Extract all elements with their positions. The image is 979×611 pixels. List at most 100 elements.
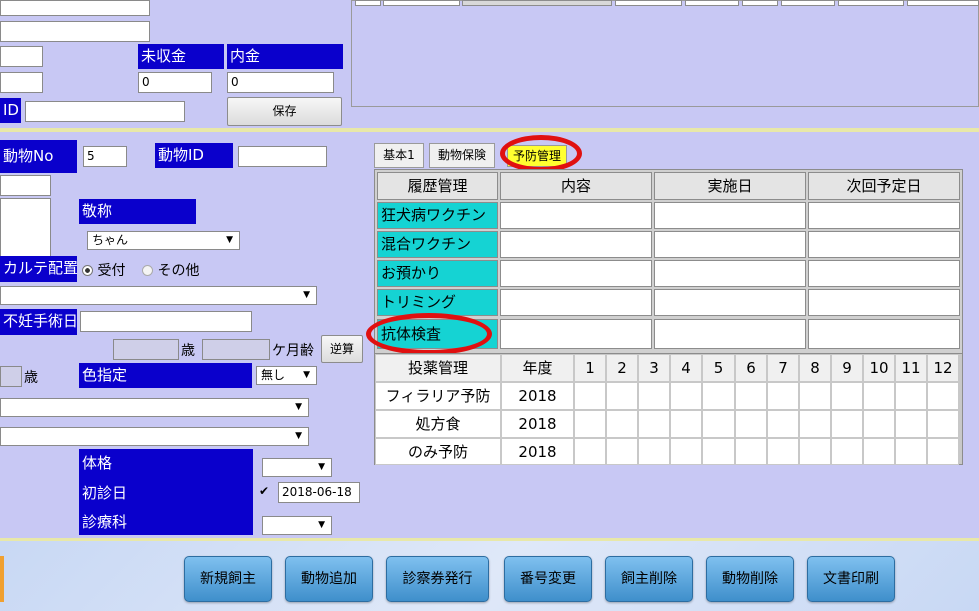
history-cell[interactable] [654, 231, 806, 258]
history-cell[interactable] [500, 231, 652, 258]
history-cell[interactable] [808, 202, 960, 229]
history-cell[interactable] [808, 231, 960, 258]
highlight-ring-antibody [366, 313, 492, 355]
month-cell[interactable] [767, 382, 799, 410]
month-cell[interactable] [799, 438, 831, 465]
department-select[interactable]: ▼ [262, 516, 332, 535]
month-cell[interactable] [574, 410, 606, 438]
history-cell[interactable] [654, 289, 806, 316]
unpaid-input[interactable]: 0 [138, 72, 212, 93]
month-cell[interactable] [927, 382, 959, 410]
medication-row-diet-year: 2018 [501, 410, 574, 438]
animal-notes-field[interactable] [0, 198, 51, 260]
month-cell[interactable] [638, 410, 670, 438]
select-field-a[interactable]: ▼ [0, 398, 309, 417]
history-cell[interactable] [500, 202, 652, 229]
month-cell[interactable] [895, 410, 927, 438]
month-cell[interactable] [863, 410, 895, 438]
month-cell[interactable] [702, 438, 735, 465]
month-cell[interactable] [767, 410, 799, 438]
history-cell[interactable] [654, 319, 806, 349]
sterilization-date-input[interactable] [80, 311, 252, 332]
month-cell[interactable] [831, 382, 863, 410]
month-cell[interactable] [606, 410, 638, 438]
honorific-select[interactable]: ちゃん ▼ [87, 231, 240, 250]
reverse-calc-button[interactable]: 逆算 [321, 335, 363, 363]
build-select[interactable]: ▼ [262, 458, 332, 477]
month-cell[interactable] [895, 438, 927, 465]
history-header-next-date: 次回予定日 [808, 172, 960, 200]
month-cell[interactable] [735, 382, 767, 410]
chevron-down-icon: ▼ [295, 402, 302, 412]
month-cell[interactable] [638, 382, 670, 410]
radio-reception[interactable]: 受付 [82, 260, 125, 280]
owner-field-4[interactable] [0, 72, 43, 93]
select-field-b[interactable]: ▼ [0, 427, 309, 446]
animal-name-field[interactable] [0, 175, 51, 196]
history-cell[interactable] [500, 289, 652, 316]
month-cell[interactable] [606, 382, 638, 410]
month-cell[interactable] [574, 382, 606, 410]
new-owner-button[interactable]: 新規飼主 [184, 556, 272, 602]
delete-animal-button[interactable]: 動物削除 [706, 556, 794, 602]
month-cell[interactable] [702, 382, 735, 410]
month-cell[interactable] [863, 438, 895, 465]
deposit-input[interactable]: 0 [227, 72, 334, 93]
owner-field-3[interactable] [0, 46, 43, 67]
history-cell[interactable] [808, 260, 960, 287]
medication-header: 投薬管理 [375, 354, 501, 382]
save-button[interactable]: 保存 [227, 97, 342, 126]
month-cell[interactable] [670, 438, 702, 465]
chevron-down-icon: ▼ [295, 431, 302, 441]
history-header-type: 履歴管理 [377, 172, 498, 200]
honorific-value: ちゃん [92, 233, 129, 247]
month-cell[interactable] [831, 438, 863, 465]
add-animal-button[interactable]: 動物追加 [285, 556, 373, 602]
print-document-button[interactable]: 文書印刷 [807, 556, 895, 602]
month-cell[interactable] [927, 410, 959, 438]
history-cell[interactable] [654, 202, 806, 229]
month-cell[interactable] [799, 382, 831, 410]
month-cell[interactable] [574, 438, 606, 465]
month-cell[interactable] [767, 438, 799, 465]
month-cell[interactable] [863, 382, 895, 410]
history-cell[interactable] [500, 319, 652, 349]
month-cell[interactable] [606, 438, 638, 465]
breed-select[interactable]: ▼ [0, 286, 317, 305]
month-cell[interactable] [735, 438, 767, 465]
owner-field-1[interactable] [0, 0, 150, 16]
age-left-input[interactable] [0, 366, 22, 387]
history-cell[interactable] [808, 289, 960, 316]
radio-other[interactable]: その他 [142, 260, 199, 280]
tab-animal-insurance[interactable]: 動物保険 [429, 143, 495, 168]
age-years-input[interactable] [113, 339, 179, 360]
id-input[interactable] [25, 101, 185, 122]
history-cell[interactable] [654, 260, 806, 287]
first-visit-checkbox[interactable]: ✔ [258, 485, 270, 497]
month-cell[interactable] [831, 410, 863, 438]
owner-field-2[interactable] [0, 21, 150, 42]
color-label: 色指定 [79, 363, 252, 388]
month-cell[interactable] [799, 410, 831, 438]
month-cell[interactable] [895, 382, 927, 410]
age-months-unit: ケ月齢 [272, 343, 314, 359]
month-cell[interactable] [670, 382, 702, 410]
month-cell[interactable] [927, 438, 959, 465]
month-header: 3 [638, 354, 670, 382]
first-visit-input[interactable]: 2018-06-18 [278, 482, 360, 503]
month-cell[interactable] [670, 410, 702, 438]
change-number-button[interactable]: 番号変更 [504, 556, 592, 602]
age-months-input[interactable] [202, 339, 270, 360]
color-select[interactable]: 無し ▼ [256, 366, 317, 385]
month-cell[interactable] [702, 410, 735, 438]
animal-id-input[interactable] [238, 146, 327, 167]
history-cell[interactable] [500, 260, 652, 287]
delete-owner-button[interactable]: 飼主削除 [605, 556, 693, 602]
history-cell[interactable] [808, 319, 960, 349]
animal-no-input[interactable]: 5 [83, 146, 127, 167]
tab-basic1[interactable]: 基本1 [374, 143, 424, 168]
month-cell[interactable] [638, 438, 670, 465]
month-cell[interactable] [735, 410, 767, 438]
month-header: 12 [927, 354, 959, 382]
issue-card-button[interactable]: 診察券発行 [386, 556, 489, 602]
